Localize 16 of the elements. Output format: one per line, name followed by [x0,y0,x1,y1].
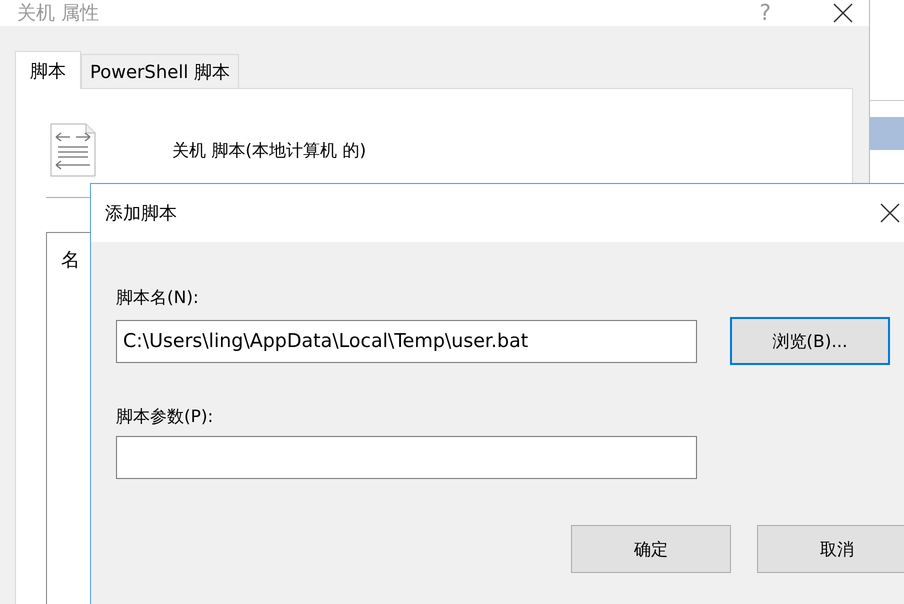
column-header[interactable]: 名 [61,249,80,271]
close-icon[interactable] [880,203,900,223]
tab[interactable]: PowerShell 脚本 [81,54,240,88]
close-icon[interactable] [833,3,853,23]
window-title: 关机 属性 [17,1,100,26]
field-label: 脚本名(N): [116,287,200,309]
section-heading: 关机 脚本(本地计算机 的) [172,140,366,162]
browse-button[interactable]: 浏览(B)... [730,317,890,365]
tab[interactable]: 脚本 [15,51,81,89]
dialog-title: 添加脚本 [105,202,178,225]
input-field[interactable] [116,436,697,479]
field-label: 脚本参数(P): [116,406,214,428]
cancel-button[interactable]: 取消 [757,525,904,573]
input-field[interactable]: C:\Users\ling\AppData\Local\Temp\user.bat [116,320,697,362]
script-file-icon [50,123,96,177]
ok-button[interactable]: 确定 [571,525,731,573]
